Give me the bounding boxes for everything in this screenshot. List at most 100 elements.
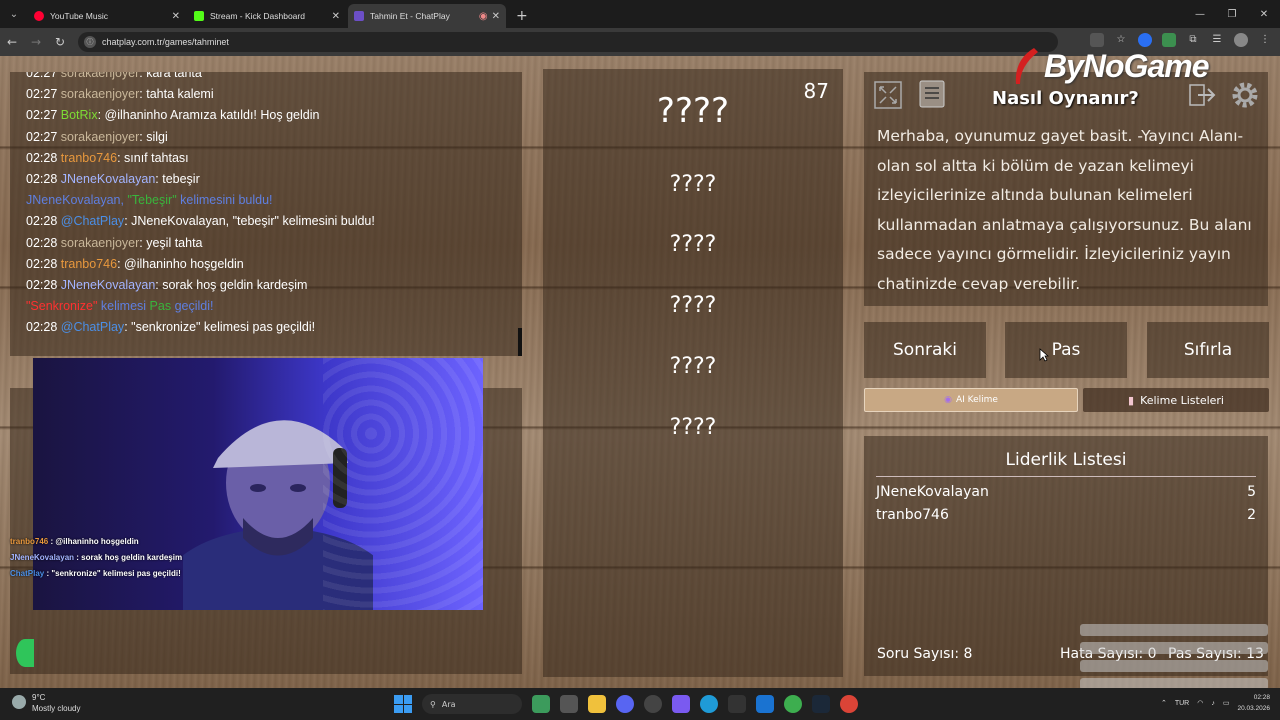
search-icon: ⚲ bbox=[430, 699, 436, 709]
windows-start-icon[interactable] bbox=[394, 695, 412, 713]
copilot-icon[interactable] bbox=[672, 695, 690, 713]
forbidden-word: ???? bbox=[669, 415, 717, 440]
alert-item bbox=[1080, 660, 1268, 672]
chat-message: 02:28 sorakaenjoyer: yeşil tahta bbox=[26, 235, 203, 250]
mouse-cursor-icon bbox=[1039, 348, 1049, 362]
target-word: ???? bbox=[656, 91, 730, 131]
chat-panel: 02:27 sorakaenjoyer: kara tahta 02:27 so… bbox=[10, 72, 522, 356]
browser-menu-icon[interactable]: ⋮ bbox=[1258, 33, 1272, 47]
wifi-icon[interactable]: ◠ bbox=[1197, 699, 1203, 707]
brand-logo: ByNoGame bbox=[1044, 48, 1209, 84]
settings-gear-icon[interactable] bbox=[1229, 79, 1261, 111]
how-to-play-title[interactable]: Nasıl Oynanır? bbox=[992, 88, 1139, 109]
close-window-icon[interactable]: ✕ bbox=[1248, 9, 1280, 20]
notes-icon[interactable] bbox=[916, 78, 948, 110]
list-icon: ▮ bbox=[1128, 393, 1135, 407]
widgets-icon[interactable] bbox=[532, 695, 550, 713]
close-tab-icon[interactable]: ✕ bbox=[332, 11, 340, 22]
chrome-profile-icon[interactable] bbox=[840, 695, 858, 713]
player-name: JNeneKovalayan bbox=[876, 484, 989, 500]
battery-icon[interactable]: ▭ bbox=[1223, 699, 1230, 707]
forbidden-word: ???? bbox=[669, 232, 717, 257]
chat-message: 02:28 tranbo746: @ilhaninho hoşgeldin bbox=[26, 256, 244, 271]
pass-button[interactable]: Pas bbox=[1005, 322, 1127, 378]
next-button[interactable]: Sonraki bbox=[864, 322, 986, 378]
url-text: chatplay.com.tr/games/tahminet bbox=[102, 37, 229, 47]
volume-icon[interactable]: ♪ bbox=[1211, 700, 1215, 707]
tab-search-icon[interactable]: ⌄ bbox=[0, 0, 28, 28]
edge-icon[interactable] bbox=[700, 695, 718, 713]
chat-message: 02:28 JNeneKovalayan: tebeşir bbox=[26, 172, 200, 187]
question-count: Soru Sayısı: 8 bbox=[877, 646, 973, 662]
stream-overlay-chat: tranbo746 : @ilhaninho hoşgeldin JNeneKo… bbox=[0, 534, 250, 582]
ai-word-button[interactable]: ◉ AI Kelime bbox=[864, 388, 1078, 412]
tab-kick-dashboard[interactable]: Stream - Kick Dashboard ✕ bbox=[188, 4, 346, 28]
chat-system-message: JNeneKovalayan, "Tebeşir" kelimesini bul… bbox=[26, 193, 273, 208]
extensions-puzzle-icon[interactable]: ⧉ bbox=[1186, 33, 1200, 47]
outlook-icon[interactable] bbox=[756, 695, 774, 713]
tab-tahmin-et[interactable]: Tahmin Et - ChatPlay ◉ ✕ bbox=[348, 4, 506, 28]
chat-message: 02:27 BotRix: @ilhaninho Aramıza katıldı… bbox=[26, 108, 320, 123]
tab-title: Tahmin Et - ChatPlay bbox=[370, 11, 450, 21]
chat-message: 02:27 sorakaenjoyer: silgi bbox=[26, 129, 168, 144]
back-icon[interactable]: ← bbox=[0, 35, 24, 49]
alert-item bbox=[1080, 642, 1268, 654]
tab-youtube-music[interactable]: YouTube Music ✕ bbox=[28, 4, 186, 28]
word-lists-button[interactable]: ▮ Kelime Listeleri bbox=[1083, 388, 1269, 412]
extension-green-icon[interactable] bbox=[1162, 33, 1176, 47]
word-column: 87 ???? ???? ???? ???? ???? ???? bbox=[543, 69, 843, 677]
translate-icon[interactable] bbox=[1090, 33, 1104, 47]
tab-title: YouTube Music bbox=[50, 11, 108, 21]
chat-message: 02:28 tranbo746: sınıf tahtası bbox=[26, 150, 189, 165]
windows-taskbar: 9°C Mostly cloudy ⚲ Ara ⌃ TUR ◠ ♪ ▭ 02:2… bbox=[0, 688, 1280, 720]
forward-icon[interactable]: → bbox=[24, 35, 48, 49]
player-score: 5 bbox=[1247, 484, 1256, 500]
tray-arrow-icon[interactable]: ⌃ bbox=[1161, 699, 1167, 707]
exit-icon[interactable] bbox=[1186, 79, 1218, 111]
ai-icon: ◉ bbox=[944, 395, 952, 405]
discord-icon[interactable] bbox=[616, 695, 634, 713]
weather-widget[interactable]: 9°C Mostly cloudy bbox=[12, 692, 80, 714]
chat-scrollbar[interactable] bbox=[518, 328, 522, 356]
bookmark-star-icon[interactable]: ☆ bbox=[1114, 33, 1128, 47]
youtube-music-icon bbox=[34, 11, 44, 21]
language-indicator[interactable]: TUR bbox=[1175, 700, 1189, 707]
leaderboard-row: tranbo746 2 bbox=[876, 507, 1256, 523]
player-score: 2 bbox=[1247, 507, 1256, 523]
close-tab-icon[interactable]: ✕ bbox=[172, 11, 180, 22]
chat-message: 02:28 @ChatPlay: "senkronize" kelimesi p… bbox=[26, 320, 316, 335]
wall-pattern bbox=[323, 358, 483, 610]
new-tab-button[interactable]: + bbox=[516, 4, 528, 28]
task-view-icon[interactable] bbox=[560, 695, 578, 713]
forbidden-word: ???? bbox=[669, 172, 717, 197]
reload-icon[interactable]: ↻ bbox=[48, 35, 72, 49]
app-icon[interactable] bbox=[644, 695, 662, 713]
site-info-icon[interactable]: ⓘ bbox=[84, 36, 96, 48]
fullscreen-icon[interactable] bbox=[872, 79, 904, 111]
reset-button[interactable]: Sıfırla bbox=[1147, 322, 1269, 378]
overlay-chat-line: tranbo746 : @ilhaninho hoşgeldin bbox=[10, 537, 139, 546]
steam-icon[interactable] bbox=[812, 695, 830, 713]
maximize-icon[interactable]: ❐ bbox=[1216, 9, 1248, 20]
kick-icon bbox=[194, 11, 204, 21]
instructions-text: Merhaba, oyunumuz gayet basit. -Yayıncı … bbox=[877, 127, 1252, 293]
minimize-icon[interactable]: — bbox=[1184, 9, 1216, 20]
url-field[interactable]: ⓘ chatplay.com.tr/games/tahminet bbox=[78, 32, 1058, 52]
clock[interactable]: 02:28 20.03.2026 bbox=[1237, 692, 1270, 714]
chrome-icon[interactable] bbox=[784, 695, 802, 713]
cloudy-weather-icon bbox=[12, 695, 26, 709]
reading-list-icon[interactable]: ☰ bbox=[1210, 33, 1224, 47]
overlay-chat-line: ChatPlay : "senkronize" kelimesi pas geç… bbox=[10, 569, 181, 578]
extension-blue-icon[interactable] bbox=[1138, 33, 1152, 47]
live-indicator-icon bbox=[16, 639, 34, 667]
leaderboard-row: JNeneKovalayan 5 bbox=[876, 484, 1256, 500]
store-icon[interactable] bbox=[728, 695, 746, 713]
taskbar-search[interactable]: ⚲ Ara bbox=[422, 694, 522, 714]
close-tab-icon[interactable]: ✕ bbox=[492, 11, 500, 22]
alert-item bbox=[1080, 624, 1268, 636]
chatplay-icon bbox=[354, 11, 364, 21]
record-icon: ◉ bbox=[478, 10, 488, 22]
player-name: tranbo746 bbox=[876, 507, 949, 523]
profile-avatar-icon[interactable] bbox=[1234, 33, 1248, 47]
file-explorer-icon[interactable] bbox=[588, 695, 606, 713]
